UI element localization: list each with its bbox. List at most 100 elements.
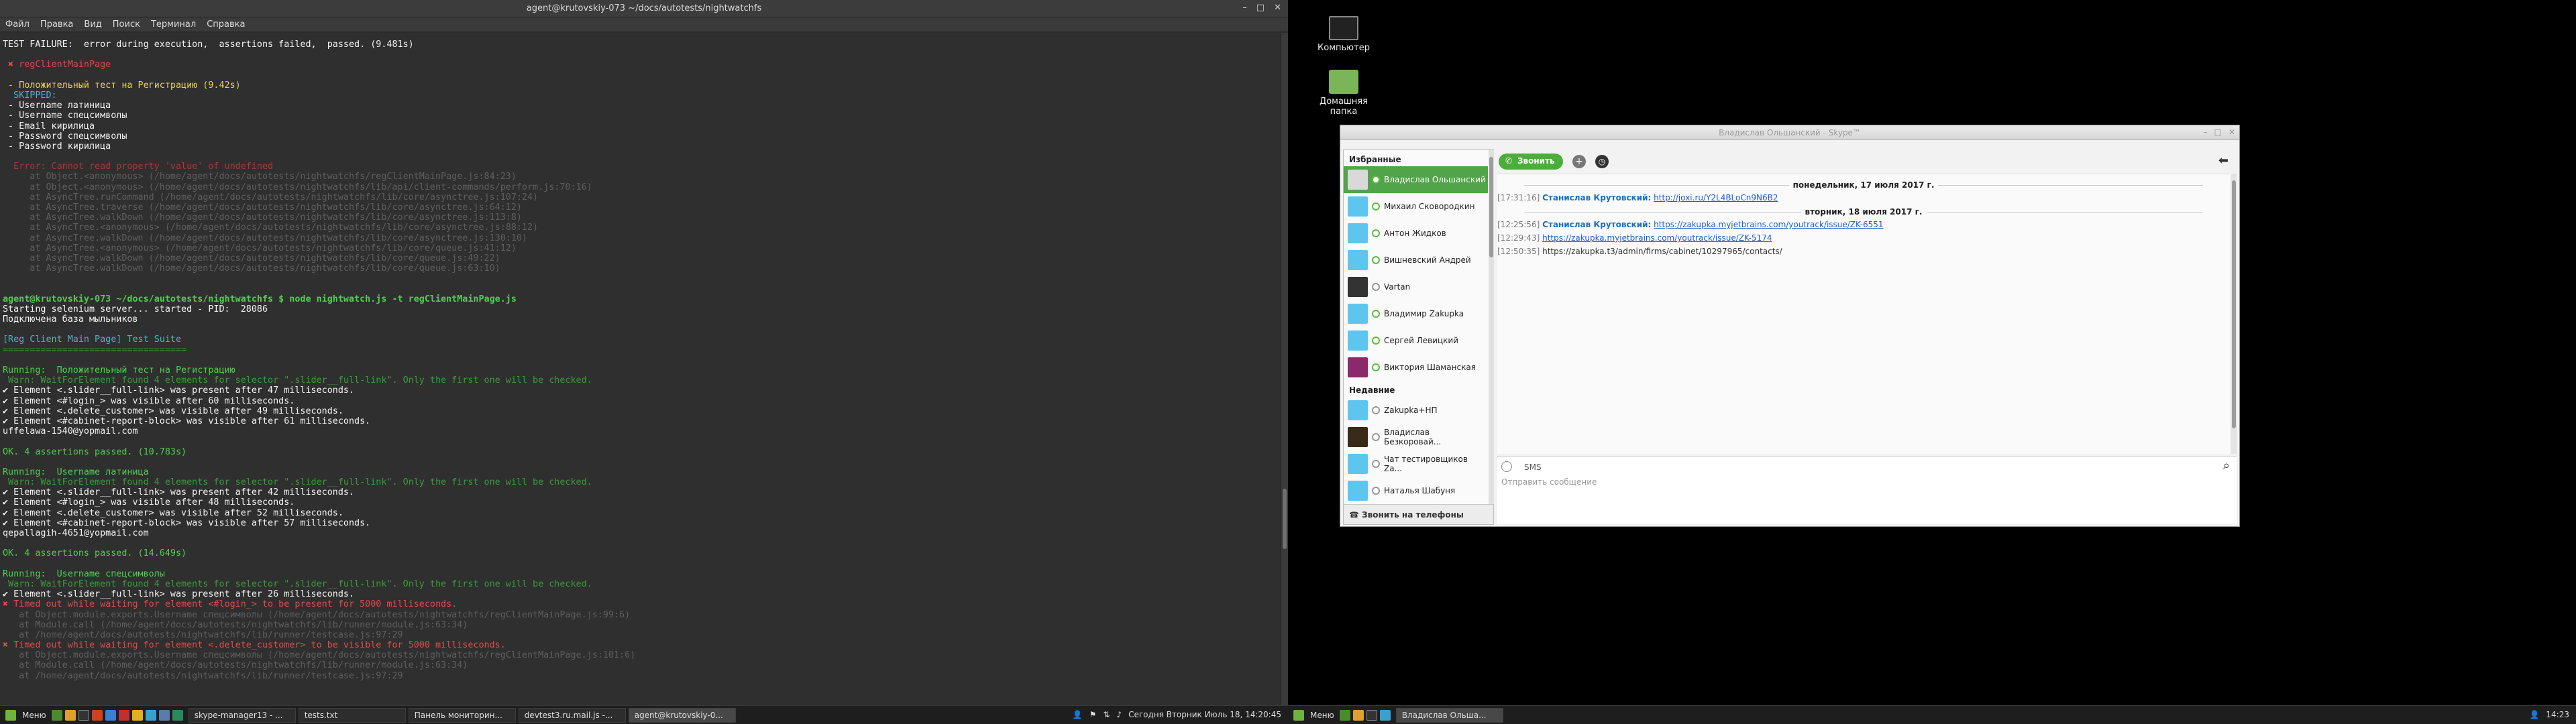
terminal-line: at Object.module.exports.Username спецси… — [3, 650, 636, 661]
call-phones-button[interactable]: ☎ Звонить на телефоны — [1344, 504, 1493, 524]
menu-help[interactable]: Справка — [207, 19, 245, 29]
app-launcher-icon[interactable] — [118, 709, 129, 721]
terminal-launcher-icon[interactable] — [78, 709, 89, 721]
scrollbar-thumb[interactable] — [2232, 180, 2236, 428]
terminal-line: at Module.call (/home/agent/docs/autotes… — [3, 660, 468, 671]
menu-file[interactable]: Файл — [5, 19, 30, 29]
emoticon-icon[interactable] — [1501, 461, 1512, 472]
prompt-user: agent@krutovskiy-073 ~/docs/autotests/ni… — [3, 294, 517, 304]
flag-icon[interactable]: ⚑ — [1089, 710, 1097, 719]
terminal-line: ================================== — [3, 345, 187, 355]
files-icon[interactable] — [1352, 709, 1364, 721]
network-icon[interactable]: ⇅ — [1103, 710, 1110, 719]
taskbar-window-terminal[interactable]: agent@krutovskiy-0... — [628, 707, 736, 723]
message-link[interactable]: https://zakupka.myjetbrains.com/youtrack… — [1654, 220, 1883, 229]
minimize-icon[interactable]: – — [2204, 127, 2208, 137]
firefox-icon[interactable] — [91, 709, 103, 721]
terminal-line: at Module.call (/home/agent/docs/autotes… — [3, 619, 468, 630]
back-arrow-icon[interactable]: ⬅ — [2218, 154, 2229, 168]
chat-scrollbar[interactable] — [2231, 174, 2237, 454]
contact-item[interactable]: Владислав Ольшанский — [1344, 166, 1488, 193]
system-tray: 👤 14:23 — [2529, 710, 2569, 719]
show-desktop-icon[interactable] — [1339, 709, 1350, 721]
calc-icon[interactable] — [172, 709, 183, 721]
files-icon[interactable] — [64, 709, 76, 721]
terminal-line: at AsyncTree.walkDown (/home/agent/docs/… — [3, 253, 500, 263]
taskbar-clock[interactable]: 14:23 — [2546, 710, 2569, 719]
recent-item[interactable]: Чат тестировщиков Za... — [1344, 450, 1488, 477]
skype-launcher-icon[interactable] — [1379, 709, 1391, 721]
terminal-output[interactable]: TEST FAILURE: error during execution, as… — [0, 33, 1280, 705]
contacts-scrollbar[interactable] — [1489, 150, 1494, 504]
maximize-icon[interactable]: □ — [1256, 3, 1265, 13]
editor-icon[interactable] — [158, 709, 170, 721]
contact-item[interactable]: Владимир Zakupka — [1344, 300, 1488, 327]
terminal-line: at Object.<anonymous> (/home/agent/docs/… — [3, 172, 517, 182]
user-icon[interactable]: 👤 — [1073, 710, 1083, 719]
start-menu-button[interactable]: Меню — [0, 709, 52, 721]
recent-item[interactable]: Наталья Шабуня — [1344, 477, 1488, 504]
desktop-icon-home[interactable]: Домашняя папка — [1307, 70, 1381, 117]
recent-item[interactable]: Владислав Безкоровай... — [1344, 424, 1488, 450]
contact-item[interactable]: Vartan — [1344, 274, 1488, 300]
taskbar-window-tests[interactable]: tests.txt — [298, 707, 406, 723]
sms-toggle[interactable]: SMS — [1524, 463, 1542, 472]
terminal-line: - Положительный тест на Регистрацию (9.4… — [3, 80, 241, 90]
status-icon — [1372, 310, 1380, 318]
call-button[interactable]: ✆ Звонить — [1499, 154, 1563, 170]
contact-item[interactable]: Вишневский Андрей — [1344, 247, 1488, 274]
recent-item[interactable]: Zakupka+НП — [1344, 397, 1488, 424]
contact-item[interactable]: Виктория Шаманская — [1344, 354, 1488, 381]
menu-search[interactable]: Поиск — [113, 19, 140, 29]
volume-icon[interactable]: ♪ — [1116, 710, 1122, 719]
skype-launcher-icon[interactable] — [145, 709, 156, 721]
scrollbar-thumb[interactable] — [1283, 489, 1287, 549]
chat-message: [12:50:35] https://zakupka.t3/admin/firm… — [1497, 247, 1782, 256]
add-participant-button[interactable]: + — [1572, 155, 1586, 168]
search-icon[interactable]: ⌕ — [2223, 459, 2230, 473]
contact-name: Чат тестировщиков Za... — [1384, 455, 1468, 473]
taskbar-window-skype[interactable]: Владислав Ольша... — [1395, 707, 1503, 723]
user-icon[interactable]: 👤 — [2529, 710, 2539, 719]
menu-view[interactable]: Вид — [84, 19, 101, 29]
terminal-line: - Password кирилица — [3, 141, 111, 152]
terminal-line: ✖ regClientMainPage — [3, 60, 111, 70]
terminal-launcher-icon[interactable] — [1366, 709, 1377, 721]
date-separator: вторник, 18 июля 2017 г. — [1497, 207, 2230, 217]
show-desktop-icon[interactable] — [51, 709, 62, 721]
message-link[interactable]: https://zakupka.myjetbrains.com/youtrack… — [1542, 233, 1772, 243]
taskbar-window-skype-manager[interactable]: skype-manager13 - ... — [188, 707, 296, 723]
minimize-icon[interactable]: – — [1242, 3, 1247, 13]
message-link[interactable]: http://joxi.ru/Y2L4BLoCn9N6B2 — [1654, 193, 1778, 202]
taskbar-window-label: devtest3.ru.mail.js -... — [524, 710, 613, 720]
status-icon — [1372, 229, 1380, 237]
terminal-line: - Password спецсимволы — [3, 131, 127, 141]
taskbar-window-panel[interactable]: Панель мониторин... — [408, 707, 516, 723]
desktop-icon-computer[interactable]: Компьютер — [1307, 16, 1381, 53]
terminal-line: OK. 4 assertions passed. (14.649s) — [3, 548, 187, 559]
chrome-icon[interactable] — [105, 709, 116, 721]
contact-item[interactable]: Михаил Сковородкин — [1344, 193, 1488, 220]
history-button[interactable]: ◷ — [1595, 155, 1609, 168]
start-menu-button[interactable]: Меню — [1288, 709, 1340, 721]
star-icon[interactable] — [131, 709, 143, 721]
taskbar-clock[interactable]: Сегодня Вторник Июль 18, 14:20:45 — [1128, 710, 1281, 719]
contact-item[interactable]: Антон Жидков — [1344, 220, 1488, 247]
menu-edit[interactable]: Правка — [40, 19, 73, 29]
avatar — [1348, 357, 1368, 377]
message-input[interactable]: Отправить сообщение — [1501, 477, 1597, 487]
scrollbar-thumb[interactable] — [1489, 157, 1493, 257]
maximize-icon[interactable]: □ — [2214, 127, 2222, 137]
menu-terminal[interactable]: Терминал — [151, 19, 196, 29]
close-icon[interactable]: ✕ — [1274, 3, 1281, 13]
close-icon[interactable]: ✕ — [2229, 127, 2235, 137]
contact-item[interactable]: Сергей Левицкий — [1344, 327, 1488, 354]
terminal-line: Running: Положительный тест на Регистрац… — [3, 365, 235, 375]
taskbar-window-editor[interactable]: devtest3.ru.mail.js -... — [518, 707, 626, 723]
terminal-line: ✔ Element <#cabinet-report-block> was vi… — [3, 416, 371, 426]
recent-list: Zakupka+НП Владислав Безкоровай... Чат тес… — [1344, 397, 1488, 504]
terminal-scrollbar[interactable] — [1281, 33, 1288, 705]
